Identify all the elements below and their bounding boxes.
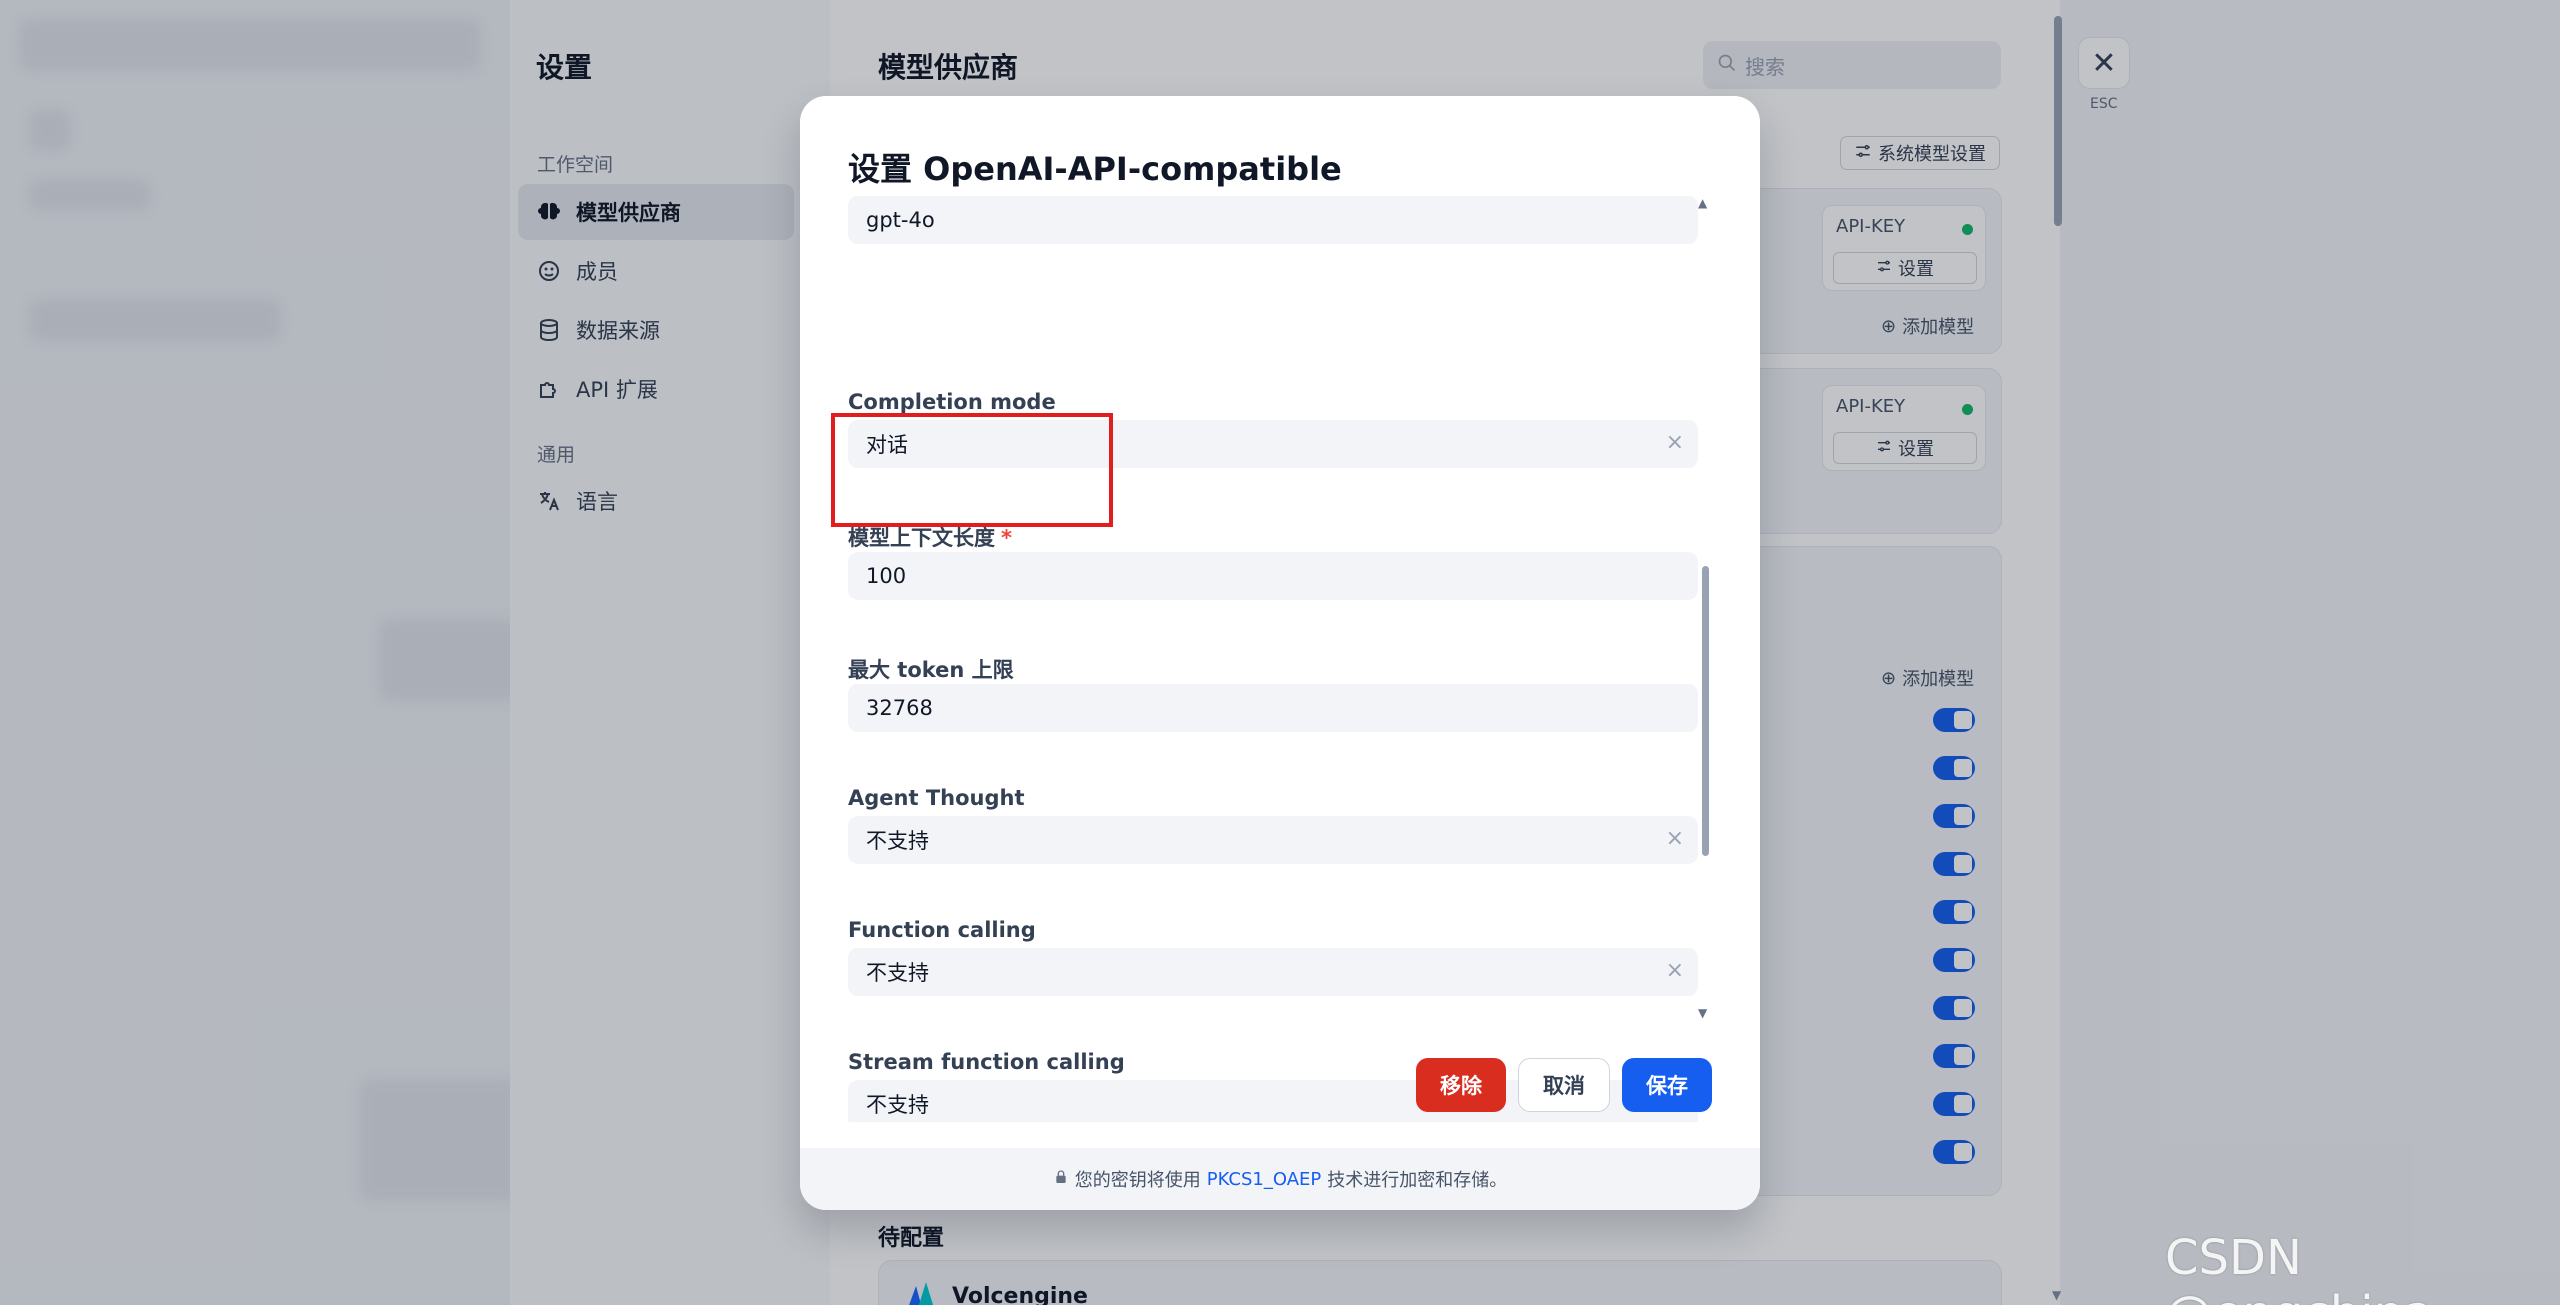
watermark: CSDN @engchina <box>2165 1230 2433 1305</box>
context-length-field: 模型上下文长度 * 100 <box>848 522 1698 600</box>
field-label: 最大 token 上限 <box>848 658 1014 682</box>
remove-button[interactable]: 移除 <box>1416 1058 1506 1112</box>
function-calling-select[interactable]: 不支持 × <box>848 948 1698 996</box>
pkcs-link[interactable]: PKCS1_OAEP <box>1207 1169 1322 1190</box>
field-value: 不支持 <box>866 829 929 853</box>
required-mark: * <box>1001 526 1012 550</box>
cancel-button[interactable]: 取消 <box>1518 1058 1610 1112</box>
footer-text: 技术进行加密和存储。 <box>1327 1170 1508 1191</box>
dialog-footer: 您的密钥将使用 PKCS1_OAEP 技术进行加密和存储。 <box>800 1148 1760 1210</box>
function-calling-field: Function calling 不支持 × <box>848 918 1698 996</box>
dialog-title: 设置 OpenAI-API-compatible <box>848 150 1342 188</box>
model-name-input[interactable]: gpt-4o <box>848 196 1698 244</box>
field-value: gpt-4o <box>866 208 935 232</box>
field-value: 100 <box>866 564 907 588</box>
clear-icon[interactable]: × <box>1666 826 1684 851</box>
max-token-input[interactable]: 32768 <box>848 684 1698 732</box>
context-length-input[interactable]: 100 <box>848 552 1698 600</box>
max-token-field: 最大 token 上限 32768 <box>848 654 1698 732</box>
clear-icon[interactable]: × <box>1666 958 1684 983</box>
field-label: Function calling <box>848 918 1036 942</box>
annotation-highlight-box <box>831 413 1113 527</box>
save-button[interactable]: 保存 <box>1622 1058 1712 1112</box>
field-value: 不支持 <box>866 1093 929 1117</box>
agent-thought-select[interactable]: 不支持 × <box>848 816 1698 864</box>
model-settings-dialog: 设置 OpenAI-API-compatible gpt-4o Completi… <box>800 96 1760 1210</box>
form-scrollbar-thumb[interactable] <box>1702 566 1709 856</box>
lock-icon <box>1053 1169 1069 1190</box>
field-label: Agent Thought <box>848 786 1025 810</box>
clear-icon[interactable]: × <box>1666 430 1684 455</box>
page-scroll-down-arrow-icon[interactable]: ▼ <box>2052 1288 2061 1302</box>
agent-thought-field: Agent Thought 不支持 × <box>848 786 1698 864</box>
model-name-field: gpt-4o <box>848 196 1698 244</box>
field-value: 不支持 <box>866 961 929 985</box>
field-value: 32768 <box>866 696 933 720</box>
form-scroll-area: gpt-4o Completion mode 对话 × 模型上下文长度 * 100… <box>800 196 1760 1122</box>
footer-text: 您的密钥将使用 <box>1074 1170 1201 1191</box>
scroll-down-arrow-icon[interactable]: ▼ <box>1698 1006 1707 1020</box>
field-label-text: 模型上下文长度 <box>848 526 995 550</box>
scroll-up-arrow-icon[interactable]: ▲ <box>1698 196 1707 210</box>
